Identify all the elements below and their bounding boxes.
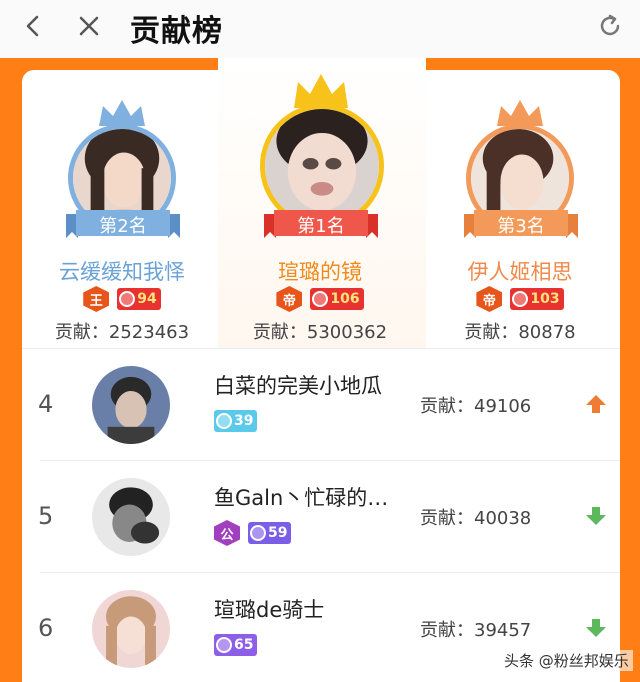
level-icon [250,525,266,541]
top-bar: 贡献榜 [0,0,640,58]
rank-badge: 帝 [476,286,503,312]
close-icon[interactable] [74,11,104,41]
contribution-value: 贡献：80878 [464,322,576,343]
podium-third[interactable]: 第3名 伊人姬相思 帝 103 贡献：80878 [420,58,620,348]
rank-ribbon: 第3名 [464,208,578,240]
level-badge: 65 [214,634,258,656]
avatar[interactable] [92,478,170,556]
contribution-value: 贡献：49106 [420,396,532,417]
level-icon [119,291,136,307]
rank-badge: 王 [83,286,110,312]
contribution-value: 贡献：40038 [420,508,532,529]
user-name[interactable]: 云缓缓知我怿 [22,256,222,286]
trend-down-icon [586,619,606,637]
level-icon [512,291,529,307]
level-icon [216,637,232,653]
contribution-value: 贡献：2523463 [54,322,190,343]
contribution-value: 贡献：5300362 [252,322,388,343]
level-badge: 39 [214,410,258,432]
level-badge: 103 [510,288,564,310]
watermark: 头条 @粉丝邦娱乐 [500,650,633,671]
level-icon [312,291,329,307]
user-name[interactable]: 伊人姬相思 [420,256,620,286]
trend-up-icon [586,395,606,413]
avatar[interactable] [92,590,170,668]
refresh-icon[interactable] [596,12,624,40]
level-badge: 106 [310,288,364,310]
rank-number: 6 [38,614,54,642]
title-badge: 公 [214,520,240,546]
rank-number: 4 [38,390,54,418]
contribution-value: 贡献：39457 [420,620,532,641]
list-item[interactable]: 4 白菜的完美小地瓜 39 贡献：49106 [22,348,620,460]
rank-ribbon: 第1名 [264,208,378,240]
user-name[interactable]: 瑄璐de骑士 [214,594,414,624]
rank-badge: 帝 [276,286,303,312]
rank-ribbon: 第2名 [66,208,180,240]
page-title: 贡献榜 [130,14,223,49]
podium-first[interactable]: 第1名 瑄璐的镜 帝 106 贡献：5300362 [220,58,420,348]
avatar[interactable] [92,366,170,444]
level-badge: 94 [117,288,161,310]
user-name[interactable]: 瑄璐的镜 [220,256,420,286]
trend-down-icon [586,507,606,525]
rank-number: 5 [38,502,54,530]
user-name[interactable]: 鱼Galn丶忙碌的… [214,482,414,512]
list-item[interactable]: 5 鱼Galn丶忙碌的… 公 59 贡献：40038 [22,460,620,572]
user-name[interactable]: 白菜的完美小地瓜 [214,370,414,400]
back-arrow-icon[interactable] [18,11,48,41]
level-icon [216,413,232,429]
podium-second[interactable]: 第2名 云缓缓知我怿 王 94 贡献：2523463 [22,58,222,348]
level-badge: 59 [248,522,292,544]
